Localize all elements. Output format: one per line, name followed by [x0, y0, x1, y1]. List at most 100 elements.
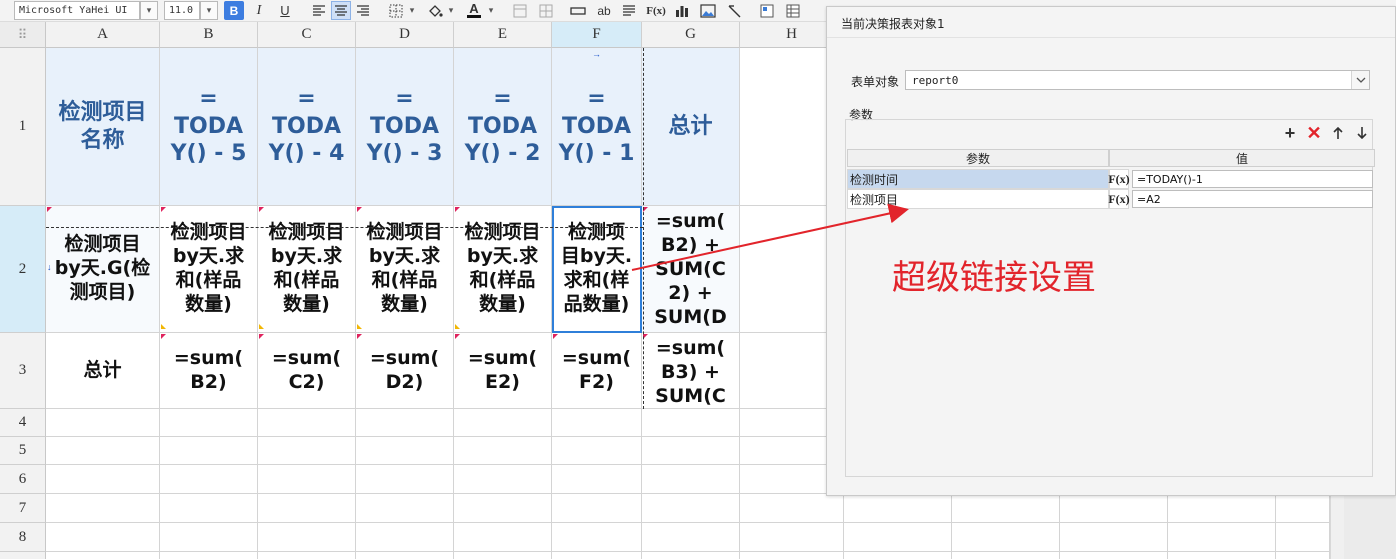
underline-button[interactable]: U	[276, 1, 294, 20]
empty-cell[interactable]	[258, 409, 356, 437]
cell-a3[interactable]: 总计	[46, 333, 160, 409]
empty-cell[interactable]	[740, 494, 844, 523]
column-header-f[interactable]: F	[552, 22, 642, 48]
empty-cell[interactable]	[552, 437, 642, 465]
empty-cell[interactable]	[160, 552, 258, 559]
cell-d2[interactable]: 检测项目 by天.求 和(样品 数量)	[356, 206, 454, 333]
empty-cell[interactable]	[356, 437, 454, 465]
cell-c1[interactable]: = TODA Y() - 4	[258, 48, 356, 206]
cell-b1[interactable]: = TODA Y() - 5	[160, 48, 258, 206]
column-header-d[interactable]: D	[356, 22, 454, 48]
empty-cell[interactable]	[356, 552, 454, 559]
empty-cell[interactable]	[160, 523, 258, 552]
row-header-2[interactable]: 2	[0, 206, 46, 333]
empty-cell[interactable]	[258, 494, 356, 523]
border-icon[interactable]	[386, 1, 406, 20]
empty-cell[interactable]	[952, 494, 1060, 523]
empty-cell[interactable]	[552, 465, 642, 494]
cell-element-icon[interactable]	[757, 1, 777, 20]
paragraph-icon[interactable]	[619, 1, 639, 20]
empty-cell[interactable]	[454, 494, 552, 523]
empty-cell[interactable]	[258, 437, 356, 465]
empty-cell[interactable]	[642, 523, 740, 552]
column-header-c[interactable]: C	[258, 22, 356, 48]
row-header-6[interactable]: 6	[0, 465, 46, 494]
empty-cell[interactable]	[356, 409, 454, 437]
column-header-g[interactable]: G	[642, 22, 740, 48]
cell-f3[interactable]: =sum( F2)	[552, 333, 642, 409]
empty-cell[interactable]	[1060, 552, 1168, 559]
font-size-field[interactable]: 11.0	[164, 1, 200, 20]
select-all-grip-icon[interactable]: ⠿	[0, 22, 46, 48]
row-header-5[interactable]: 5	[0, 437, 46, 465]
empty-cell[interactable]	[844, 552, 952, 559]
cell-d1[interactable]: = TODA Y() - 3	[356, 48, 454, 206]
cell-b3[interactable]: =sum( B2)	[160, 333, 258, 409]
empty-cell[interactable]	[642, 465, 740, 494]
empty-cell[interactable]	[952, 523, 1060, 552]
empty-cell[interactable]	[46, 494, 160, 523]
empty-cell[interactable]	[454, 409, 552, 437]
empty-cell[interactable]	[1060, 494, 1168, 523]
cell-c3[interactable]: =sum( C2)	[258, 333, 356, 409]
formula-button[interactable]: F(x)	[644, 1, 668, 20]
empty-cell[interactable]	[454, 465, 552, 494]
empty-cell[interactable]	[642, 409, 740, 437]
empty-cell[interactable]	[1276, 552, 1330, 559]
empty-cell[interactable]	[1276, 494, 1330, 523]
row-header-1[interactable]: 1	[0, 48, 46, 206]
empty-cell[interactable]	[1276, 523, 1330, 552]
font-name-dropdown-icon[interactable]: ▾	[140, 1, 158, 20]
empty-cell[interactable]	[740, 523, 844, 552]
empty-cell[interactable]	[552, 523, 642, 552]
row-header-4[interactable]: 4	[0, 409, 46, 437]
text-widget-button[interactable]: ab	[593, 1, 615, 20]
split-cells-icon[interactable]	[536, 1, 556, 20]
row-header-8[interactable]: 8	[0, 523, 46, 552]
cell-g2[interactable]: =sum( B2) + SUM(C 2) + SUM(D	[642, 206, 740, 333]
move-down-icon[interactable]	[1353, 123, 1371, 143]
font-size-dropdown-icon[interactable]: ▾	[200, 1, 218, 20]
cell-b2[interactable]: 检测项目 by天.求 和(样品 数量)	[160, 206, 258, 333]
column-header-e[interactable]: E	[454, 22, 552, 48]
cell-g3[interactable]: =sum( B3) + SUM(C	[642, 333, 740, 409]
empty-cell[interactable]	[258, 523, 356, 552]
cell-f1[interactable]: = TODA Y() - 1	[552, 48, 642, 206]
empty-cell[interactable]	[642, 494, 740, 523]
font-name-field[interactable]: Microsoft YaHei UI	[14, 1, 140, 20]
image-icon[interactable]	[698, 1, 718, 20]
empty-cell[interactable]	[642, 552, 740, 559]
fill-color-dropdown-icon[interactable]: ▾	[446, 1, 456, 20]
form-object-select[interactable]: report0	[905, 70, 1370, 90]
sheet-element-icon[interactable]	[783, 1, 803, 20]
empty-cell[interactable]	[46, 523, 160, 552]
param-row-1-value[interactable]: =TODAY()-1	[1132, 170, 1373, 188]
empty-cell[interactable]	[160, 465, 258, 494]
empty-cell[interactable]	[160, 437, 258, 465]
bold-button[interactable]: B	[224, 1, 244, 20]
cell-e1[interactable]: = TODA Y() - 2	[454, 48, 552, 206]
empty-cell[interactable]	[160, 409, 258, 437]
cell-d3[interactable]: =sum( D2)	[356, 333, 454, 409]
chart-icon[interactable]	[672, 1, 692, 20]
empty-cell[interactable]	[160, 494, 258, 523]
align-right-icon[interactable]	[353, 1, 373, 20]
empty-cell[interactable]	[952, 552, 1060, 559]
empty-cell[interactable]	[356, 523, 454, 552]
empty-cell[interactable]	[844, 523, 952, 552]
text-field-widget-icon[interactable]	[567, 1, 589, 20]
param-row-2-formula-button[interactable]: F(x)	[1108, 189, 1130, 209]
cell-g1[interactable]: 总计	[642, 48, 740, 206]
slash-icon[interactable]	[724, 1, 744, 20]
align-left-icon[interactable]	[309, 1, 329, 20]
chevron-down-icon[interactable]	[1351, 71, 1369, 89]
align-center-icon[interactable]	[331, 1, 351, 20]
empty-cell[interactable]	[552, 409, 642, 437]
empty-cell[interactable]	[258, 465, 356, 494]
empty-cell[interactable]	[46, 409, 160, 437]
column-header-a[interactable]: A	[46, 22, 160, 48]
empty-cell[interactable]	[740, 552, 844, 559]
cell-e3[interactable]: =sum( E2)	[454, 333, 552, 409]
cell-e2[interactable]: 检测项目 by天.求 和(样品 数量)	[454, 206, 552, 333]
empty-cell[interactable]	[356, 494, 454, 523]
